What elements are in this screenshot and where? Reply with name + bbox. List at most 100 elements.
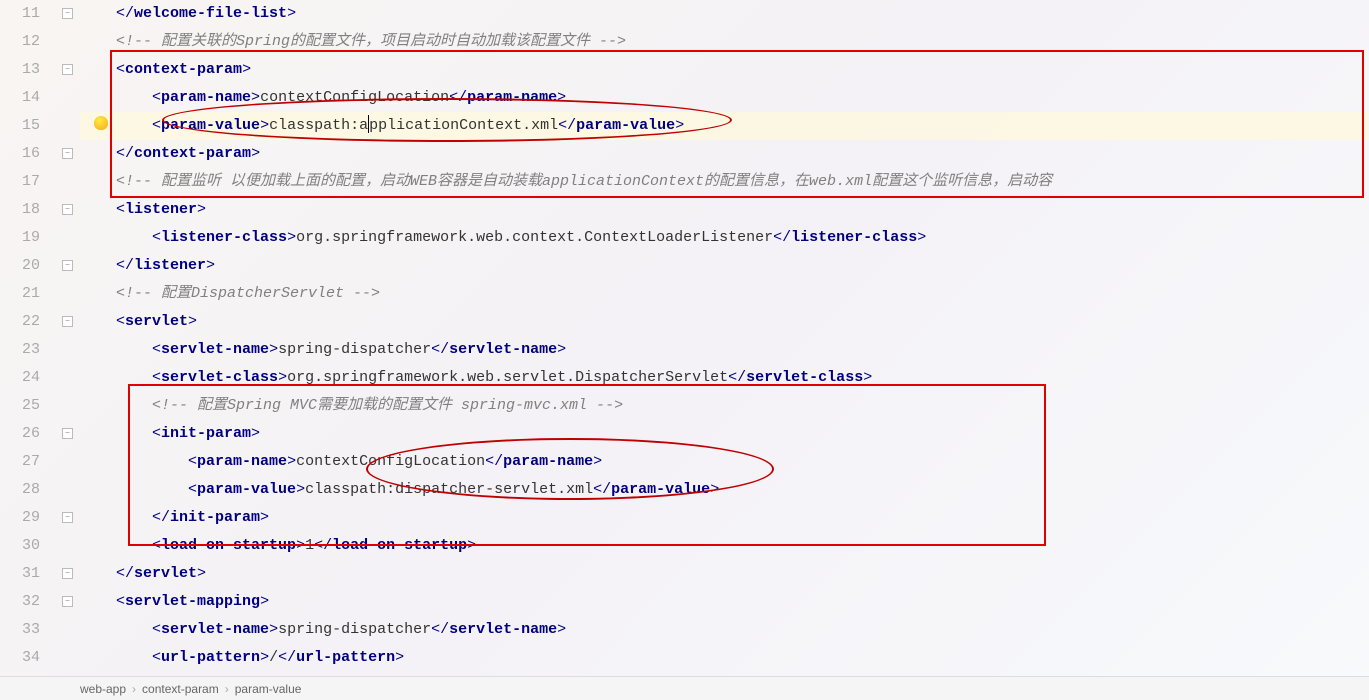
token-br: > <box>269 341 278 358</box>
code-line[interactable]: </init-param> <box>80 504 1369 532</box>
token-br: </ <box>485 453 503 470</box>
code-line[interactable]: <url-pattern>/</url-pattern> <box>80 644 1369 672</box>
fold-toggle-icon[interactable]: − <box>62 260 73 271</box>
token-br: < <box>152 621 161 638</box>
fold-toggle-icon[interactable]: − <box>62 64 73 75</box>
fold-toggle-icon[interactable]: − <box>62 316 73 327</box>
code-line[interactable]: <param-name>contextConfigLocation</param… <box>80 84 1369 112</box>
code-line[interactable]: <listener> <box>80 196 1369 224</box>
token-br: > <box>593 453 602 470</box>
token-tag: init-param <box>161 425 251 442</box>
token-br: > <box>395 649 404 666</box>
token-br: > <box>287 229 296 246</box>
token-br: </ <box>116 257 134 274</box>
line-number-gutter: 1112131415161718192021222324252627282930… <box>0 0 60 700</box>
token-br: > <box>197 201 206 218</box>
token-txt: spring-dispatcher <box>278 341 431 358</box>
line-number: 17 <box>0 168 40 196</box>
token-cmt: <!-- 配置Spring MVC需要加载的配置文件 spring-mvc.xm… <box>152 397 623 414</box>
code-line[interactable]: <param-name>contextConfigLocation</param… <box>80 448 1369 476</box>
breadcrumb-item[interactable]: param-value <box>235 682 302 696</box>
code-line[interactable]: <!-- 配置Spring MVC需要加载的配置文件 spring-mvc.xm… <box>80 392 1369 420</box>
fold-column[interactable]: − − − − − − − − − − <box>60 0 80 700</box>
code-line[interactable]: </context-param> <box>80 140 1369 168</box>
token-tag: param-value <box>161 117 260 134</box>
token-cmt: <!-- 配置关联的Spring的配置文件，项目启动时自动加载该配置文件 --> <box>116 33 626 50</box>
fold-toggle-icon[interactable]: − <box>62 568 73 579</box>
token-br: > <box>710 481 719 498</box>
token-txt: classpath:a <box>269 117 368 134</box>
lightbulb-icon[interactable] <box>94 116 108 130</box>
code-line[interactable]: <param-value>classpath:dispatcher-servle… <box>80 476 1369 504</box>
breadcrumb-item[interactable]: context-param <box>142 682 219 696</box>
line-number: 25 <box>0 392 40 420</box>
token-tag: param-name <box>503 453 593 470</box>
line-number: 32 <box>0 588 40 616</box>
token-tag: url-pattern <box>161 649 260 666</box>
line-number: 15 <box>0 112 40 140</box>
fold-toggle-icon[interactable]: − <box>62 512 73 523</box>
code-line[interactable]: <servlet-class>org.springframework.web.s… <box>80 364 1369 392</box>
token-br: </ <box>116 565 134 582</box>
token-tag: listener <box>134 257 206 274</box>
token-tag: param-value <box>611 481 710 498</box>
code-line[interactable]: <init-param> <box>80 420 1369 448</box>
code-line[interactable]: <servlet-name>spring-dispatcher</servlet… <box>80 616 1369 644</box>
token-br: < <box>188 453 197 470</box>
token-br: < <box>152 369 161 386</box>
token-tag: welcome-file-list <box>134 5 287 22</box>
token-tag: init-param <box>170 509 260 526</box>
token-br: > <box>557 621 566 638</box>
code-line[interactable]: <servlet-name>spring-dispatcher</servlet… <box>80 336 1369 364</box>
code-line[interactable]: </welcome-file-list> <box>80 0 1369 28</box>
token-txt: 1 <box>305 537 314 554</box>
token-br: > <box>260 509 269 526</box>
code-area[interactable]: </welcome-file-list> <!-- 配置关联的Spring的配置… <box>80 0 1369 700</box>
fold-toggle-icon[interactable]: − <box>62 204 73 215</box>
line-number: 19 <box>0 224 40 252</box>
token-tag: load-on-startup <box>161 537 296 554</box>
code-line[interactable]: </servlet> <box>80 560 1369 588</box>
token-br: </ <box>152 509 170 526</box>
line-number: 24 <box>0 364 40 392</box>
text-cursor <box>368 115 369 133</box>
token-br: > <box>251 145 260 162</box>
breadcrumb-item[interactable]: web-app <box>80 682 126 696</box>
code-line[interactable]: <listener-class>org.springframework.web.… <box>80 224 1369 252</box>
token-txt: classpath:dispatcher-servlet.xml <box>305 481 593 498</box>
token-br: < <box>152 89 161 106</box>
token-br: </ <box>449 89 467 106</box>
token-tag: load-on-startup <box>332 537 467 554</box>
code-line[interactable]: <servlet> <box>80 308 1369 336</box>
line-number: 16 <box>0 140 40 168</box>
code-line[interactable]: <servlet-mapping> <box>80 588 1369 616</box>
code-line[interactable]: <param-value>classpath:applicationContex… <box>80 112 1369 140</box>
token-br: > <box>188 313 197 330</box>
token-tag: servlet <box>125 313 188 330</box>
token-tag: servlet-name <box>161 621 269 638</box>
token-tag: listener-class <box>161 229 287 246</box>
fold-toggle-icon[interactable]: − <box>62 148 73 159</box>
line-number: 33 <box>0 616 40 644</box>
token-tag: listener-class <box>791 229 917 246</box>
fold-toggle-icon[interactable]: − <box>62 596 73 607</box>
token-br: > <box>296 481 305 498</box>
code-line[interactable]: </listener> <box>80 252 1369 280</box>
breadcrumb[interactable]: web-app › context-param › param-value <box>0 676 1369 700</box>
code-line[interactable]: <!-- 配置监听 以便加载上面的配置，启动WEB容器是自动装载applicat… <box>80 168 1369 196</box>
token-tag: servlet-name <box>161 341 269 358</box>
code-line[interactable]: <load-on-startup>1</load-on-startup> <box>80 532 1369 560</box>
token-txt: pplicationContext.xml <box>369 117 558 134</box>
token-br: </ <box>314 537 332 554</box>
code-line[interactable]: <!-- 配置DispatcherServlet --> <box>80 280 1369 308</box>
code-line[interactable]: <!-- 配置关联的Spring的配置文件，项目启动时自动加载该配置文件 --> <box>80 28 1369 56</box>
line-number: 20 <box>0 252 40 280</box>
token-tag: url-pattern <box>296 649 395 666</box>
token-br: > <box>917 229 926 246</box>
code-line[interactable]: <context-param> <box>80 56 1369 84</box>
code-editor[interactable]: 1112131415161718192021222324252627282930… <box>0 0 1369 700</box>
fold-toggle-icon[interactable]: − <box>62 428 73 439</box>
fold-toggle-icon[interactable]: − <box>62 8 73 19</box>
line-number: 13 <box>0 56 40 84</box>
token-tag: param-name <box>467 89 557 106</box>
